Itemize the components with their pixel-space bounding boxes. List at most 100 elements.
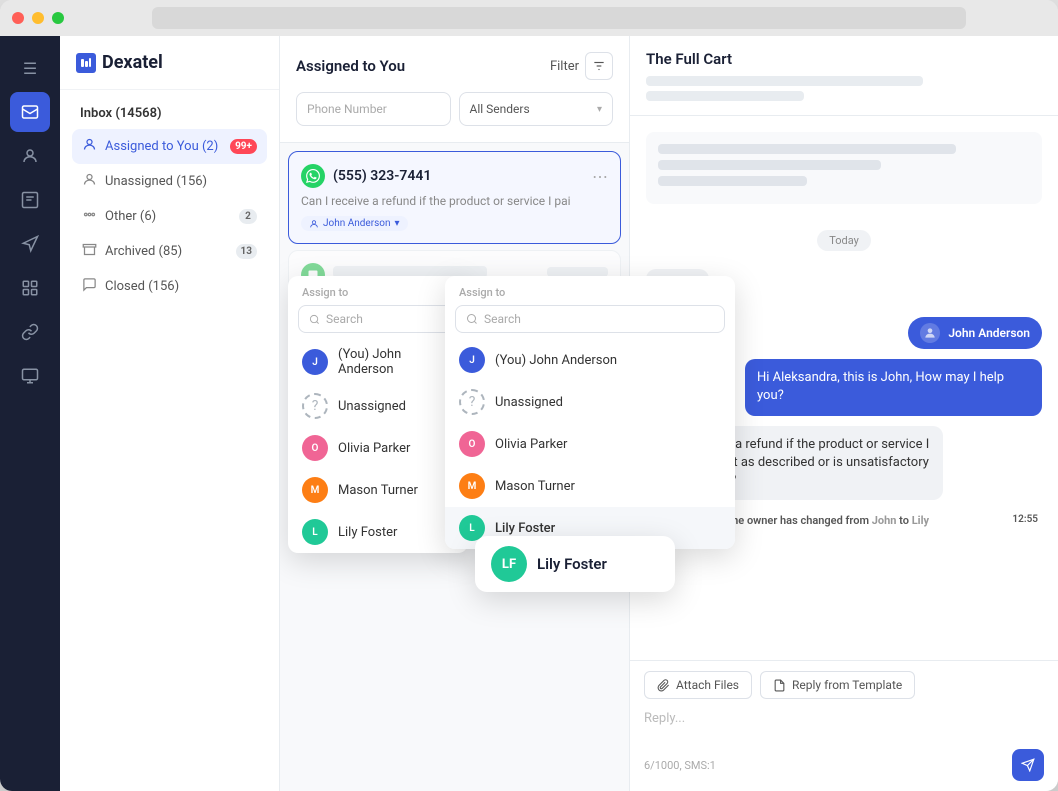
assign-right-mason[interactable]: M Mason Turner [445, 465, 735, 507]
filter-button[interactable]: Filter [550, 52, 613, 80]
nav-templates-icon[interactable] [10, 180, 50, 220]
send-button[interactable] [1012, 749, 1044, 781]
olivia-label-right: Olivia Parker [495, 437, 567, 452]
agent-name-label: John Anderson [948, 326, 1030, 340]
chat-ph2 [658, 160, 881, 170]
status-prefix: The owner has changed from [725, 514, 871, 527]
unassigned-icon-left: ? [302, 393, 328, 419]
lily-tooltip-name: Lily Foster [537, 555, 607, 573]
msg-text-greeting: Hi Aleksandra, this is John, How may I h… [757, 370, 1004, 403]
agent-name-bubble: John Anderson [908, 317, 1042, 349]
sidebar-other-label: Other (6) [105, 209, 156, 224]
nav-campaigns-icon[interactable] [10, 224, 50, 264]
app-body: ☰ [0, 36, 1058, 791]
assigned-badge: 99+ [230, 139, 257, 154]
lily-tooltip-avatar: LF [491, 546, 527, 582]
olivia-avatar-right: O [459, 431, 485, 457]
conv-filters: Phone Number All Senders ▾ [296, 92, 613, 126]
sidebar-item-other[interactable]: Other (6) 2 [72, 199, 267, 234]
inbox-label: Inbox (14568) [72, 102, 267, 129]
nav-settings-icon[interactable] [10, 356, 50, 396]
assign-right-unassigned[interactable]: ? Unassigned [445, 381, 735, 423]
sidebar-assigned-label: Assigned to You (2) [105, 139, 218, 154]
reply-template-button[interactable]: Reply from Template [760, 671, 915, 699]
assign-left-lily[interactable]: L Lily Foster [288, 511, 468, 553]
minimize-button[interactable] [32, 12, 44, 24]
assign-left-john[interactable]: J (You) John Anderson [288, 339, 468, 385]
assign-left-mason[interactable]: M Mason Turner [288, 469, 468, 511]
sidebar-item-unassigned[interactable]: Unassigned (156) [72, 164, 267, 199]
assign-left-unassigned[interactable]: ? Unassigned [288, 385, 468, 427]
lily-avatar-left: L [302, 519, 328, 545]
sender-chevron-icon: ▾ [597, 104, 602, 115]
assign-right-john[interactable]: J (You) John Anderson [445, 339, 735, 381]
assigned-icon [82, 137, 97, 156]
chat-info-card [646, 132, 1042, 204]
search-placeholder-left: Search [326, 312, 363, 326]
template-icon [773, 679, 786, 692]
assign-tag-label: John Anderson [323, 218, 391, 229]
main-content: Assigned to You Filter Phone [280, 36, 1058, 791]
sidebar-item-assigned[interactable]: Assigned to You (2) 99+ [72, 129, 267, 164]
filter-icon [585, 52, 613, 80]
sidebar-item-archived[interactable]: Archived (85) 13 [72, 234, 267, 269]
chat-header-ph1 [646, 76, 923, 86]
conv-item-top: (555) 323-7441 ⋯ [301, 164, 608, 188]
agent-avatar [920, 323, 940, 343]
mason-label-left: Mason Turner [338, 483, 418, 498]
chat-placeholder: Reply... [644, 711, 685, 726]
attach-files-button[interactable]: Attach Files [644, 671, 752, 699]
assign-right-search[interactable]: Search [455, 305, 725, 333]
app-window: ☰ [0, 0, 1058, 791]
assign-right-olivia[interactable]: O Olivia Parker [445, 423, 735, 465]
nav-menu-icon[interactable]: ☰ [10, 48, 50, 88]
search-icon-left [309, 314, 320, 325]
left-nav: ☰ [0, 36, 60, 791]
phone-filter[interactable]: Phone Number [296, 92, 451, 126]
assign-left-search[interactable]: Search [298, 305, 458, 333]
olivia-label-left: Olivia Parker [338, 441, 410, 456]
conv-more-icon[interactable]: ⋯ [592, 167, 608, 186]
today-badge: Today [817, 230, 871, 251]
assign-left-olivia[interactable]: O Olivia Parker [288, 427, 468, 469]
sidebar-closed-label: Closed (156) [105, 279, 179, 294]
closed-icon [82, 277, 97, 296]
lily-tooltip: LF Lily Foster [475, 536, 675, 592]
attach-icon [657, 679, 670, 692]
nav-reports-icon[interactable] [10, 268, 50, 308]
sidebar-unassigned-label: Unassigned (156) [105, 174, 207, 189]
sidebar-item-closed[interactable]: Closed (156) [72, 269, 267, 304]
sender-filter-label: All Senders [470, 102, 530, 116]
john-label-right: (You) John Anderson [495, 353, 617, 368]
maximize-button[interactable] [52, 12, 64, 24]
lily-label-left: Lily Foster [338, 525, 397, 540]
assign-dropdown-right: Assign to Search J (You) John Anderson ?… [445, 276, 735, 549]
archived-badge: 13 [236, 244, 257, 259]
chat-ph3 [658, 176, 807, 186]
nav-contacts-icon[interactable] [10, 136, 50, 176]
chat-header-ph2 [646, 91, 804, 101]
status-to: Lily [912, 514, 929, 527]
template-label: Reply from Template [792, 678, 902, 692]
conv-item-active[interactable]: (555) 323-7441 ⋯ Can I receive a refund … [288, 151, 621, 244]
search-icon-right [466, 313, 478, 325]
john-avatar-left: J [302, 349, 328, 375]
status-time: 12:55 [1012, 514, 1038, 525]
nav-inbox-icon[interactable] [10, 92, 50, 132]
logo-icon [76, 53, 96, 73]
nav-integrations-icon[interactable] [10, 312, 50, 352]
assign-dropdown-left: Assign to Search J (You) John Anderson ?… [288, 276, 468, 553]
mason-avatar-left: M [302, 477, 328, 503]
assign-right-label: Assign to [445, 276, 735, 305]
msg-outgoing-greeting: Hi Aleksandra, this is John, How may I h… [745, 359, 1042, 415]
conv-preview: Can I receive a refund if the product or… [301, 194, 608, 208]
close-button[interactable] [12, 12, 24, 24]
chat-input[interactable]: Reply... [644, 707, 1044, 743]
conv-list-header: Assigned to You Filter Phone [280, 36, 629, 143]
attach-label: Attach Files [676, 678, 739, 692]
assign-tag[interactable]: John Anderson ▾ [301, 216, 408, 231]
sidebar: Dexatel Inbox (14568) Assigned to You (2… [60, 36, 280, 791]
filter-label: Filter [550, 59, 579, 74]
assign-tag-chevron: ▾ [395, 218, 400, 229]
sender-filter[interactable]: All Senders ▾ [459, 92, 614, 126]
